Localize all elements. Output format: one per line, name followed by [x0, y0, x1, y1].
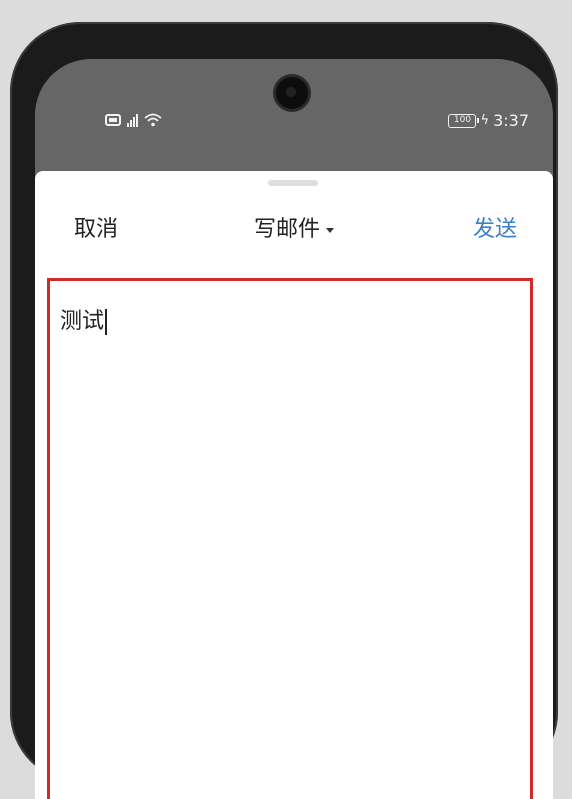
phone-frame: 100 ϟ 3:37 取消 写邮件 发送 测试 — [10, 22, 558, 799]
charging-icon: ϟ — [480, 113, 490, 128]
front-camera — [276, 77, 308, 109]
wifi-icon — [144, 113, 162, 127]
message-body-content: 测试 — [60, 309, 105, 334]
sim-icon — [105, 114, 121, 126]
status-left — [105, 113, 162, 127]
compose-sheet: 取消 写邮件 发送 测试 — [35, 171, 553, 799]
send-button[interactable]: 发送 — [473, 211, 517, 243]
text-cursor — [105, 309, 107, 335]
battery-icon: 100 — [448, 113, 480, 128]
compose-nav-bar: 取消 写邮件 发送 — [35, 211, 553, 251]
battery-level: 100 — [453, 114, 472, 125]
signal-icon — [127, 113, 138, 127]
compose-title: 写邮件 — [253, 217, 320, 242]
caret-down-icon — [326, 227, 334, 233]
sheet-grabber-handle[interactable] — [268, 180, 318, 186]
message-body-editor[interactable]: 测试 — [47, 278, 533, 799]
clock: 3:37 — [493, 111, 529, 130]
status-bar: 100 ϟ 3:37 — [35, 111, 553, 137]
status-right: 100 ϟ 3:37 — [448, 111, 529, 130]
message-body-text[interactable]: 测试 — [60, 303, 107, 335]
phone-screen: 100 ϟ 3:37 取消 写邮件 发送 测试 — [35, 59, 553, 799]
